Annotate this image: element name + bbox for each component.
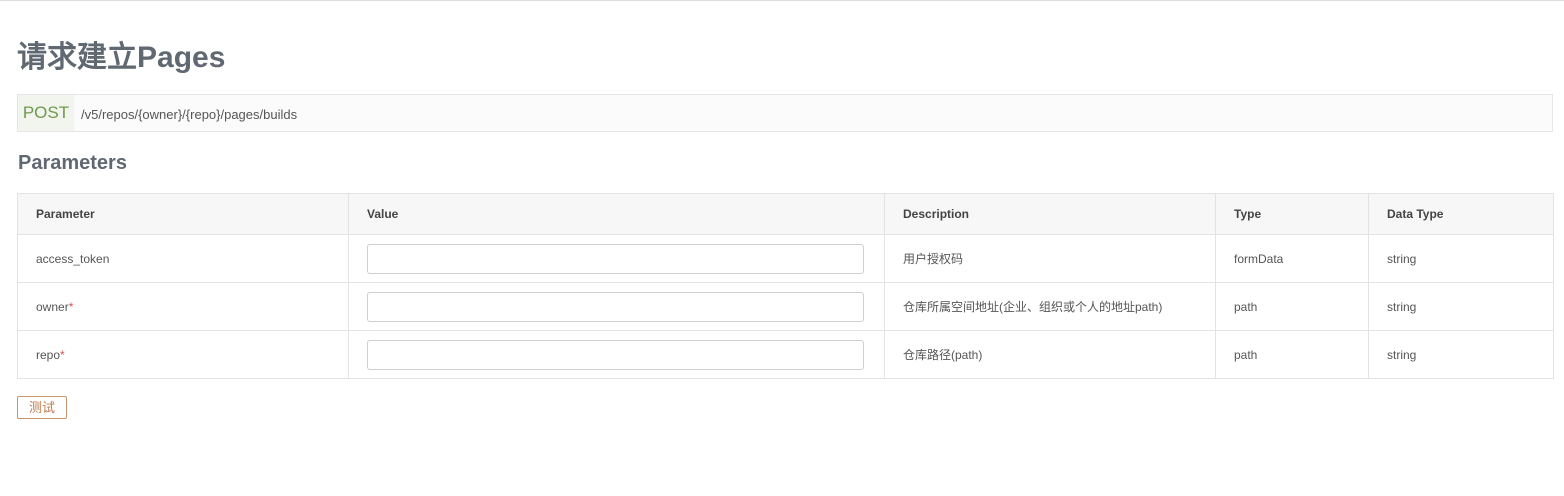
parameter-name-cell: repo* — [17, 330, 349, 379]
parameter-value-cell — [348, 330, 885, 379]
parameters-heading: Parameters — [18, 152, 127, 174]
api-doc-page: 请求建立Pages POST /v5/repos/{owner}/{repo}/… — [0, 0, 1564, 496]
column-header-description: Description — [884, 193, 1216, 235]
parameter-data-type: string — [1368, 234, 1554, 283]
column-header-data-type: Data Type — [1368, 193, 1554, 235]
owner-input[interactable] — [367, 291, 864, 322]
parameter-description: 用户授权码 — [884, 234, 1216, 283]
top-divider — [0, 0, 1564, 1]
access-token-input[interactable] — [367, 243, 864, 274]
required-mark: * — [60, 347, 65, 362]
table-row: repo* 仓库路径(path) path string — [17, 330, 1554, 379]
parameter-name: access_token — [36, 251, 110, 266]
parameter-name: repo — [36, 347, 61, 362]
parameter-description: 仓库所属空间地址(企业、组织或个人的地址path) — [884, 282, 1216, 331]
parameter-type: path — [1215, 282, 1369, 331]
parameter-description: 仓库路径(path) — [884, 330, 1216, 379]
endpoint-bar: POST /v5/repos/{owner}/{repo}/pages/buil… — [17, 94, 1553, 132]
parameter-name: owner — [36, 299, 69, 314]
column-header-value: Value — [348, 193, 885, 235]
column-header-type: Type — [1215, 193, 1369, 235]
parameter-type: formData — [1215, 234, 1369, 283]
required-mark: * — [68, 299, 74, 314]
page-title: 请求建立Pages — [17, 41, 226, 74]
column-header-parameter: Parameter — [17, 193, 349, 235]
parameter-name-cell: access_token — [17, 234, 349, 283]
endpoint-path: /v5/repos/{owner}/{repo}/pages/builds — [81, 107, 298, 122]
table-row: owner* 仓库所属空间地址(企业、组织或个人的地址path) path st… — [17, 282, 1554, 331]
parameter-type: path — [1215, 330, 1369, 379]
parameter-name-cell: owner* — [17, 282, 349, 331]
parameter-data-type: string — [1368, 282, 1554, 331]
parameters-table: Parameter Value Description Type Data Ty… — [17, 193, 1554, 379]
parameter-data-type: string — [1368, 330, 1554, 379]
parameter-value-cell — [348, 234, 885, 283]
parameter-value-cell — [348, 282, 885, 331]
repo-input[interactable] — [367, 339, 864, 370]
test-button[interactable]: 测试 — [17, 396, 67, 419]
http-method-badge: POST — [18, 95, 74, 131]
table-header-row: Parameter Value Description Type Data Ty… — [17, 193, 1554, 235]
table-row: access_token 用户授权码 formData string — [17, 234, 1554, 283]
